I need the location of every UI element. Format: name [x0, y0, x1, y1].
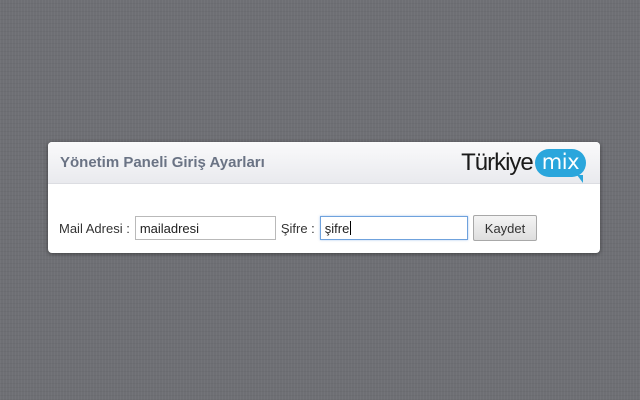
text-caret — [350, 221, 352, 235]
logo-bubble-text: mix — [541, 150, 580, 174]
login-settings-form: Mail Adresi : mailadresi Şifre : şifre K… — [59, 214, 538, 242]
password-input-value: şifre — [324, 220, 350, 236]
settings-panel: Yönetim Paneli Giriş Ayarları Türkiye mi… — [48, 142, 600, 253]
mail-input[interactable]: mailadresi — [134, 216, 276, 240]
turkiyemix-logo: Türkiye mix — [461, 147, 586, 183]
mail-input-value: mailadresi — [139, 220, 200, 236]
logo-bubble-tail — [577, 175, 583, 183]
panel-header: Yönetim Paneli Giriş Ayarları Türkiye mi… — [48, 142, 600, 184]
password-label: Şifre : — [280, 220, 315, 236]
logo-text: Türkiye — [461, 149, 534, 176]
panel-title: Yönetim Paneli Giriş Ayarları — [60, 154, 265, 171]
mail-label: Mail Adresi : — [59, 220, 130, 236]
save-button[interactable]: Kaydet — [472, 215, 538, 241]
password-input[interactable]: şifre — [319, 216, 468, 240]
logo-speech-bubble-icon: mix — [534, 149, 586, 183]
